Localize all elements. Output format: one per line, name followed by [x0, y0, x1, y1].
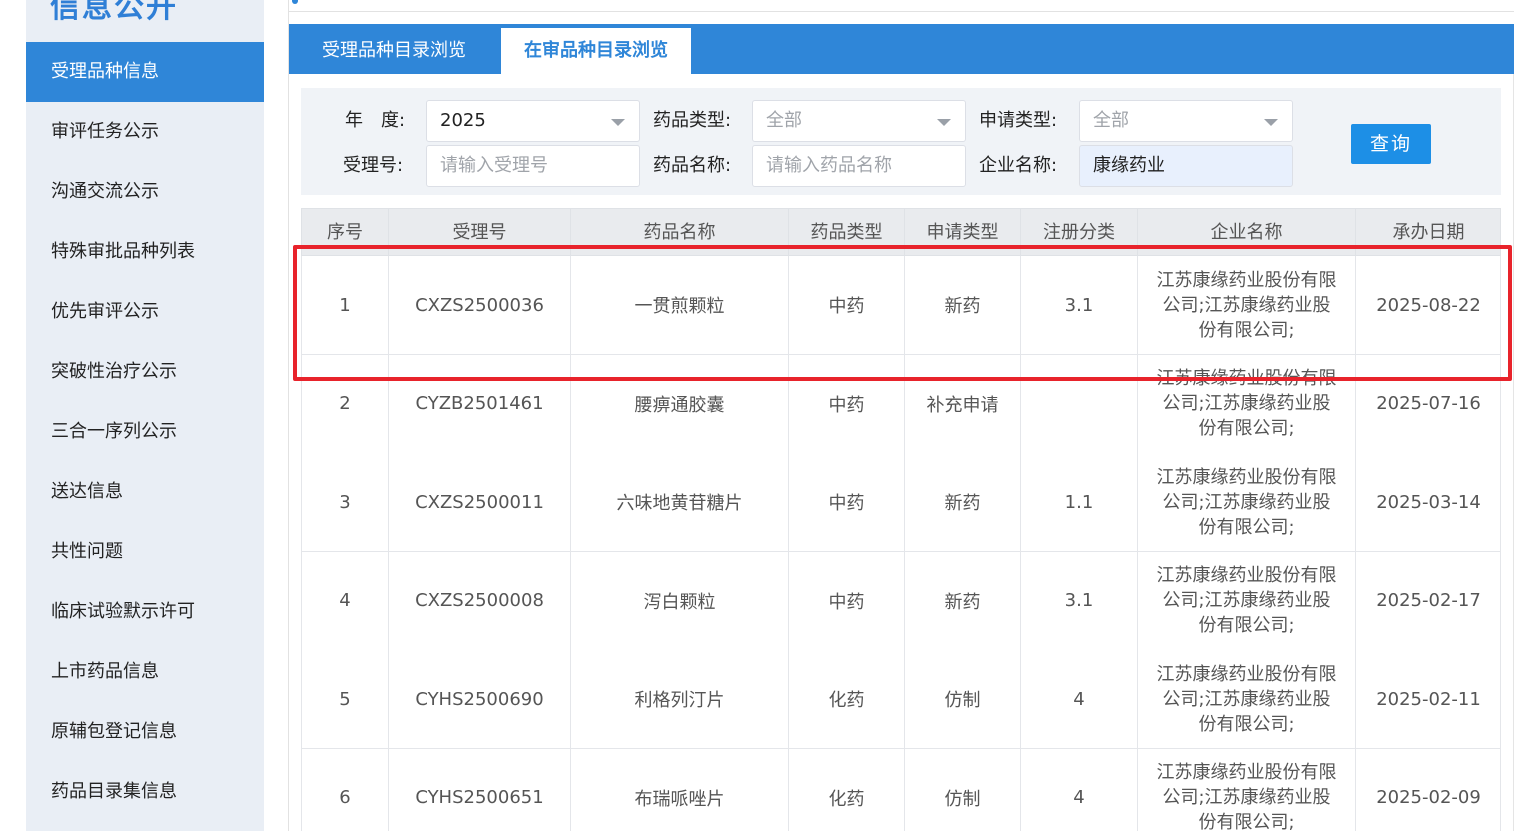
sidebar-item-excipient-registration[interactable]: 原辅包登记信息 — [26, 702, 264, 762]
cell-date: 2025-02-17 — [1376, 590, 1481, 611]
drug-type-label: 药品类型: — [653, 110, 732, 131]
sidebar-title: 信息公开 — [50, 0, 178, 25]
table-row[interactable]: 6 CYHS2500651 布瑞哌唑片 化药 仿制 4 江苏康缘药业股份有限公司;江苏康缘药… — [301, 748, 1501, 831]
apply-type-label: 申请类型: — [979, 110, 1058, 131]
company-label: 企业名称: — [979, 155, 1058, 176]
cell-company: 江苏康缘药业股份有限公司;江苏康缘药业股份有限公司; — [1138, 551, 1356, 650]
cell-drug-type: 化药 — [789, 650, 905, 748]
company-input[interactable]: 康缘药业 — [1079, 145, 1293, 187]
content-top-border — [288, 11, 1514, 12]
drug-name-label: 药品名称: — [653, 155, 732, 176]
cell-reg-class: 3.1 — [1021, 551, 1138, 650]
cell-no: 5 — [302, 650, 389, 748]
drug-type-select-value: 全部 — [766, 110, 802, 131]
accept-no-label: 受理号: — [343, 155, 404, 176]
cell-drug-type: 中药 — [789, 453, 905, 551]
cell-company: 江苏康缘药业股份有限公司;江苏康缘药业股份有限公司; — [1138, 748, 1356, 831]
table-row[interactable]: 3 CXZS2500011 六味地黄苷糖片 中药 新药 1.1 江苏康缘药业股份有限公司;江… — [301, 453, 1501, 552]
drug-name-input[interactable]: 请输入药品名称 — [752, 145, 966, 187]
highlight-box — [293, 245, 1512, 381]
table-row[interactable]: 5 CYHS2500690 利格列汀片 化药 仿制 4 江苏康缘药业股份有限公司;江苏康缘药… — [301, 650, 1501, 749]
cell-apply-type: 新药 — [905, 453, 1021, 551]
cell-reg-class: 4 — [1021, 748, 1138, 831]
sidebar-item-marketed-drugs[interactable]: 上市药品信息 — [26, 642, 264, 702]
year-label: 年 度: — [345, 110, 406, 131]
sidebar: 信息公开 受理品种信息 审评任务公示 沟通交流公示 特殊审批品种列表 优先审评公… — [26, 0, 264, 831]
cell-drug-type: 化药 — [789, 748, 905, 831]
cell-no: 6 — [302, 748, 389, 831]
cell-drug-name: 布瑞哌唑片 — [571, 748, 789, 831]
year-select[interactable]: 2025 — [426, 100, 640, 142]
cell-date: 2025-03-14 — [1376, 491, 1481, 513]
cell-company: 江苏康缘药业股份有限公司;江苏康缘药业股份有限公司; — [1138, 650, 1356, 748]
tab-under-review-catalog[interactable]: 在审品种目录浏览 — [501, 28, 691, 74]
cell-date: 2025-02-11 — [1376, 688, 1481, 710]
sidebar-item-priority-review[interactable]: 优先审评公示 — [26, 282, 264, 342]
cell-reg-class: 1.1 — [1021, 453, 1138, 551]
sidebar-item-drug-catalog[interactable]: 药品目录集信息 — [26, 762, 264, 822]
sidebar-item-delivery[interactable]: 送达信息 — [26, 462, 264, 522]
sidebar-item-three-in-one[interactable]: 三合一序列公示 — [26, 402, 264, 462]
cell-drug-name: 六味地黄苷糖片 — [571, 453, 789, 551]
chevron-down-icon — [1264, 119, 1278, 126]
apply-type-select-value: 全部 — [1093, 110, 1129, 131]
cell-apply-type: 仿制 — [905, 748, 1021, 831]
sidebar-item-breakthrough[interactable]: 突破性治疗公示 — [26, 342, 264, 402]
apply-type-select[interactable]: 全部 — [1079, 100, 1293, 142]
table-row[interactable]: 4 CXZS2500008 泻白颗粒 中药 新药 3.1 江苏康缘药业股份有限公司;江苏康缘… — [301, 551, 1501, 651]
cell-drug-name: 泻白颗粒 — [571, 551, 789, 650]
drug-type-select[interactable]: 全部 — [752, 100, 966, 142]
tab-bar: 受理品种目录浏览 在审品种目录浏览 — [289, 24, 1514, 74]
sidebar-item-communication[interactable]: 沟通交流公示 — [26, 162, 264, 222]
cell-apply-type: 新药 — [905, 551, 1021, 650]
cell-drug-type: 中药 — [789, 551, 905, 650]
sidebar-item-special-approval[interactable]: 特殊审批品种列表 — [26, 222, 264, 282]
accept-no-input[interactable]: 请输入受理号 — [426, 145, 640, 187]
query-button[interactable]: 查询 — [1351, 124, 1431, 164]
top-indicator — [292, 0, 298, 4]
sidebar-item-common-issues[interactable]: 共性问题 — [26, 522, 264, 582]
cell-accept-no: CXZS2500008 — [389, 551, 571, 650]
chevron-down-icon — [611, 119, 625, 126]
cell-date: 2025-02-09 — [1376, 787, 1481, 808]
sidebar-item-review-tasks[interactable]: 审评任务公示 — [26, 102, 264, 162]
cell-no: 4 — [302, 551, 389, 650]
cell-no: 3 — [302, 453, 389, 551]
cell-drug-name: 利格列汀片 — [571, 650, 789, 748]
chevron-down-icon — [937, 119, 951, 126]
tab-accepted-catalog[interactable]: 受理品种目录浏览 — [289, 24, 499, 74]
cell-accept-no: CXZS2500011 — [389, 453, 571, 551]
sidebar-item-clinical-trial[interactable]: 临床试验默示许可 — [26, 582, 264, 642]
cell-reg-class: 4 — [1021, 650, 1138, 748]
cell-accept-no: CYHS2500651 — [389, 748, 571, 831]
cell-company: 江苏康缘药业股份有限公司;江苏康缘药业股份有限公司; — [1138, 453, 1356, 551]
cell-accept-no: CYHS2500690 — [389, 650, 571, 748]
cell-apply-type: 仿制 — [905, 650, 1021, 748]
sidebar-item-accepted-varieties[interactable]: 受理品种信息 — [26, 42, 264, 102]
year-select-value: 2025 — [440, 110, 486, 131]
